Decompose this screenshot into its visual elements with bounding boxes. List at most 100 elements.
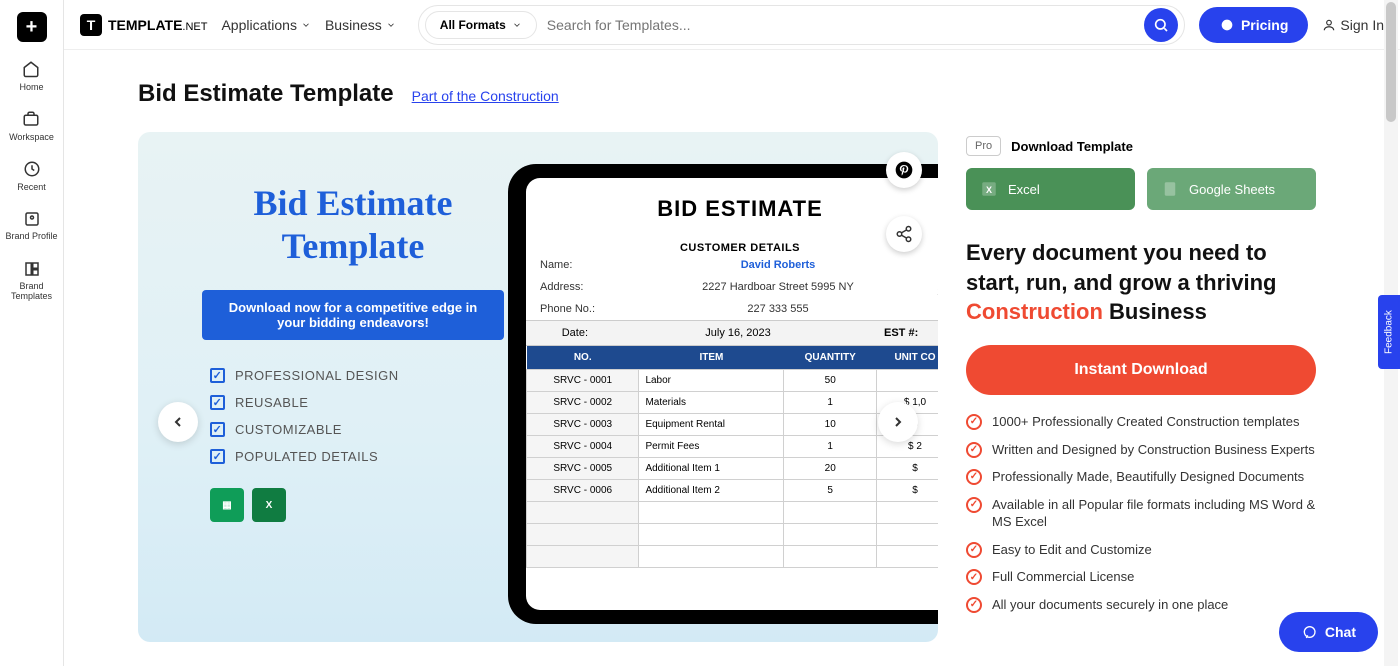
main: T TEMPLATE.NET Applications Business All… [64,0,1400,666]
download-excel[interactable]: XExcel [966,168,1135,210]
items-table: NO.ITEMQUANTITYUNIT CO SRVC - 0001Labor5… [526,346,938,568]
rail-workspace[interactable]: Workspace [9,110,54,142]
tick-icon: ✓ [966,414,982,430]
chevron-down-icon [386,20,396,30]
table-col: QUANTITY [784,346,877,370]
chat-button[interactable]: Chat [1279,612,1378,652]
briefcase-icon [22,110,40,128]
instant-download-button[interactable]: Instant Download [966,345,1316,395]
share-button[interactable] [886,216,922,252]
table-row: SRVC - 0004Permit Fees1$ 2 [527,436,939,458]
field-value: 227 333 555 [616,303,938,315]
benefit-item: ✓Easy to Edit and Customize [966,541,1316,559]
history-icon [23,160,41,178]
search-icon [1153,17,1169,33]
search-button[interactable] [1144,8,1178,42]
excel-icon: X [980,180,998,198]
logo-icon: T [80,14,102,36]
table-row: SRVC - 0003Equipment Rental10$ [527,414,939,436]
benefit-item: ✓Written and Designed by Construction Bu… [966,441,1316,459]
side-panel: Pro Download Template XExcel Google Shee… [966,132,1316,666]
table-col: UNIT CO [877,346,938,370]
promo-feature: CUSTOMIZABLE [210,422,518,437]
download-label: Download Template [1011,139,1133,154]
tick-icon: ✓ [966,442,982,458]
company-logo-icon [931,228,938,278]
table-row [527,524,939,546]
nav-business[interactable]: Business [325,17,396,33]
rail-brand-profile[interactable]: Brand Profile [5,210,57,242]
customer-head: CUSTOMER DETAILS [526,242,938,254]
topbar: T TEMPLATE.NET Applications Business All… [64,0,1400,50]
benefit-item: ✓All your documents securely in one plac… [966,596,1316,614]
tick-icon: ✓ [966,469,982,485]
headline: Every document you need to start, run, a… [966,238,1316,327]
rail-home[interactable]: Home [19,60,43,92]
field-label: Phone No.: [540,303,616,315]
check-icon [210,422,225,437]
promo-feature: POPULATED DETAILS [210,449,518,464]
table-col: NO. [527,346,639,370]
chevron-down-icon [301,20,311,30]
signin-link[interactable]: Sign In [1322,17,1384,33]
content: Bid Estimate Template Part of the Constr… [64,50,1400,666]
rail-label: Recent [17,182,46,192]
benefit-item: ✓Professionally Made, Beautifully Design… [966,468,1316,486]
create-button[interactable]: + [17,12,47,42]
field-label: Address: [540,281,616,293]
carousel-next[interactable] [878,402,918,442]
benefit-item: ✓Available in all Popular file formats i… [966,496,1316,531]
pinterest-icon [894,160,914,180]
scrollbar-thumb[interactable] [1386,2,1396,122]
date-value: July 16, 2023 [602,321,874,345]
nav-applications[interactable]: Applications [221,17,311,33]
date-label: Date: [526,321,602,345]
sheets-icon [1161,180,1179,198]
search-input[interactable] [547,17,1134,33]
promo-banner: Download now for a competitive edge in y… [202,290,504,340]
title-row: Bid Estimate Template Part of the Constr… [138,80,1350,108]
table-col: ITEM [639,346,784,370]
rail-label: Brand Profile [5,232,57,242]
sheets-icon: ▦ [210,488,244,522]
chevron-down-icon [512,20,522,30]
rail-recent[interactable]: Recent [17,160,46,192]
benefit-item: ✓Full Commercial License [966,568,1316,586]
pinterest-button[interactable] [886,152,922,188]
formats-dropdown[interactable]: All Formats [425,11,537,39]
excel-icon: X [252,488,286,522]
chevron-left-icon [170,414,186,430]
promo-title: Bid Estimate Template [188,182,518,268]
tick-icon: ✓ [966,569,982,585]
check-icon [210,395,225,410]
check-icon [210,449,225,464]
table-row [527,502,939,524]
tablet-mockup: BID ESTIMATE CUSTOMER DETAILS Name:David… [508,164,938,624]
table-row: SRVC - 0006Additional Item 25$ [527,480,939,502]
category-link[interactable]: Part of the Construction [412,88,559,104]
field-label: Name: [540,259,616,271]
chat-icon [1301,624,1317,640]
table-row: SRVC - 0001Labor50 [527,370,939,392]
field-value: David Roberts [616,259,938,271]
pro-badge: Pro [966,136,1001,156]
profile-icon [23,210,41,228]
pricing-button[interactable]: Pricing [1199,7,1308,43]
svg-text:X: X [986,185,992,195]
rail-brand-templates[interactable]: Brand Templates [0,260,63,302]
carousel-prev[interactable] [158,402,198,442]
logo[interactable]: T TEMPLATE.NET [80,14,207,36]
company-info: KVTD CO 2808 Lindale Avenue kvtdcorp@gma… [924,228,938,309]
feedback-tab[interactable]: Feedback [1378,295,1400,369]
table-row: SRVC - 0002Materials1$ 1,0 [527,392,939,414]
templates-icon [23,260,41,278]
benefit-item: ✓1000+ Professionally Created Constructi… [966,413,1316,431]
preview-carousel: Bid Estimate Template Download now for a… [138,132,938,642]
est-label: EST #: [874,321,938,345]
check-icon [210,368,225,383]
share-icon [895,225,913,243]
promo-panel: Bid Estimate Template Download now for a… [188,182,518,522]
rail-label: Home [19,82,43,92]
user-icon [1322,18,1336,32]
download-sheets[interactable]: Google Sheets [1147,168,1316,210]
